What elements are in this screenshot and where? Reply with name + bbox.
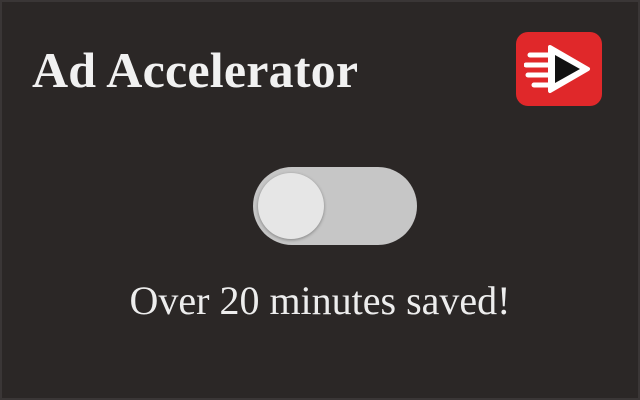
extension-popup: Ad Accelerator Over 20 minutes saved! — [2, 2, 638, 398]
time-saved-message: Over 20 minutes saved! — [129, 278, 511, 323]
app-logo — [516, 32, 602, 106]
fast-forward-arrow-icon — [524, 45, 590, 93]
ad-accelerator-toggle[interactable] — [253, 167, 417, 245]
toggle-knob[interactable] — [258, 173, 324, 239]
app-title: Ad Accelerator — [32, 42, 359, 98]
